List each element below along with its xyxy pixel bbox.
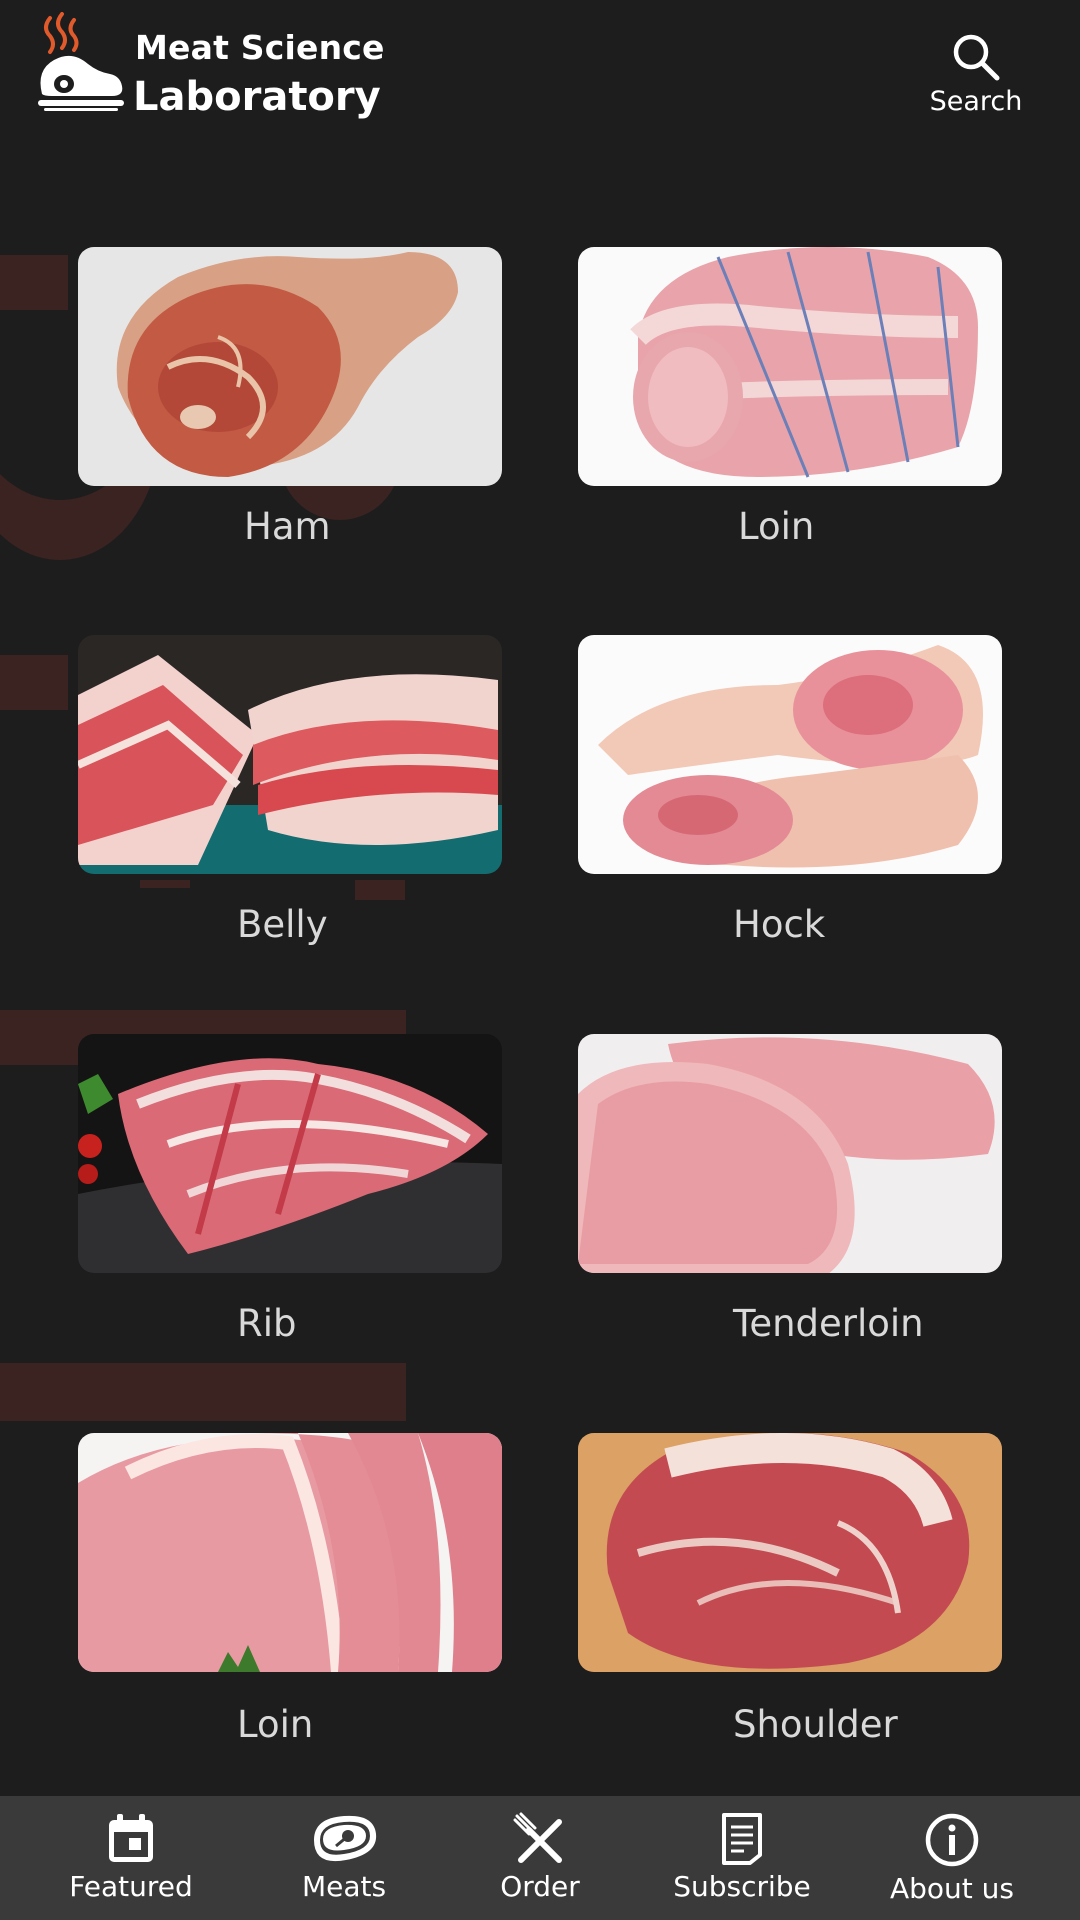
- nav-about-us[interactable]: About us: [886, 1796, 1018, 1920]
- nav-order[interactable]: Order: [485, 1796, 595, 1920]
- meat-tile-label: Belly: [237, 903, 328, 946]
- search-label: Search: [929, 86, 1023, 117]
- watermark-bar: [0, 655, 68, 710]
- meat-tile-tenderloin[interactable]: Tenderloin: [578, 1034, 1002, 1345]
- nav-subscribe[interactable]: Subscribe: [672, 1796, 812, 1920]
- meat-tile-label: Loin: [738, 505, 815, 548]
- watermark-bar: [0, 1363, 406, 1421]
- nav-featured[interactable]: Featured: [60, 1796, 202, 1920]
- watermark-bar: [355, 880, 405, 900]
- meat-tile-label: Shoulder: [733, 1703, 898, 1746]
- meat-tile-shoulder[interactable]: Shoulder: [578, 1433, 1002, 1746]
- search-icon: [920, 30, 1032, 84]
- meat-tile-label: Rib: [237, 1302, 297, 1345]
- brand-title-line1: Meat Science: [135, 28, 385, 67]
- meat-tile-label: Tenderloin: [733, 1302, 924, 1345]
- pork-belly-photo: [78, 635, 502, 874]
- pork-hock-photo: [578, 635, 1002, 874]
- info-icon: [886, 1812, 1018, 1868]
- smoking-ham-logo: [36, 12, 128, 112]
- meat-tile-label: Hock: [733, 903, 826, 946]
- brand-title-line2: Laboratory: [133, 74, 381, 120]
- nav-label: Meats: [301, 1870, 387, 1903]
- fork-knife-icon: [485, 1812, 595, 1866]
- calendar-icon: [60, 1812, 202, 1866]
- nav-label: About us: [889, 1872, 1015, 1905]
- pork-shoulder-photo: [578, 1433, 1002, 1672]
- meat-tile-loin[interactable]: Loin: [578, 247, 1002, 548]
- spare-ribs-photo: [78, 1034, 502, 1273]
- meat-tile-loin-chops[interactable]: Loin: [78, 1433, 502, 1746]
- ham-photo: [78, 247, 502, 486]
- meat-tile-belly[interactable]: Belly: [78, 635, 502, 946]
- meat-tile-label: Ham: [244, 505, 331, 548]
- meat-tile-ham[interactable]: Ham: [78, 247, 502, 548]
- meat-tile-hock[interactable]: Hock: [578, 635, 1002, 946]
- nav-label: Order: [500, 1870, 580, 1903]
- nav-label: Subscribe: [673, 1870, 811, 1903]
- steak-icon: [282, 1812, 406, 1866]
- tied-loin-roast-photo: [578, 247, 1002, 486]
- bottom-navigation: Featured Meats Order Subscribe About us: [0, 1796, 1080, 1920]
- tenderloin-chops-photo: [578, 1034, 1002, 1273]
- nav-label: Featured: [69, 1870, 193, 1903]
- document-icon: [672, 1812, 812, 1866]
- loin-chops-photo: [78, 1433, 502, 1672]
- nav-meats[interactable]: Meats: [282, 1796, 406, 1920]
- meat-tile-label: Loin: [237, 1703, 314, 1746]
- search-button[interactable]: Search: [920, 30, 1032, 125]
- watermark-bar: [140, 880, 190, 888]
- app-header: Meat Science Laboratory Search: [0, 0, 1080, 150]
- meat-tile-rib[interactable]: Rib: [78, 1034, 502, 1345]
- meats-screen: Meat Science Laboratory Search Ham Loin …: [0, 0, 1080, 1920]
